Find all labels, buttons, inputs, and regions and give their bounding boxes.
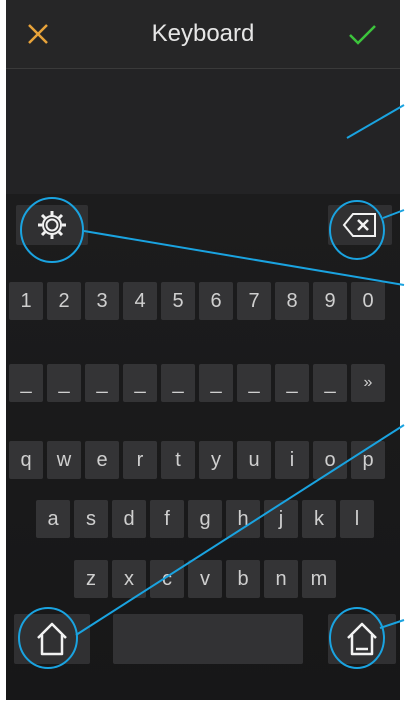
key-c[interactable]: c <box>150 560 184 598</box>
key-more-symbols[interactable]: » <box>351 364 385 402</box>
key-j[interactable]: j <box>264 500 298 538</box>
key-underscore[interactable]: _ <box>275 364 309 402</box>
key-z[interactable]: z <box>74 560 108 598</box>
key-5[interactable]: 5 <box>161 282 195 320</box>
key-h[interactable]: h <box>226 500 260 538</box>
key-d[interactable]: d <box>112 500 146 538</box>
key-3[interactable]: 3 <box>85 282 119 320</box>
home-right-key[interactable] <box>328 614 396 664</box>
key-s[interactable]: s <box>74 500 108 538</box>
home-underline-icon <box>347 622 377 656</box>
settings-key[interactable] <box>16 205 88 245</box>
home-icon <box>37 622 67 656</box>
page-title: Keyboard <box>151 20 255 47</box>
key-6[interactable]: 6 <box>199 282 233 320</box>
backspace-key[interactable] <box>328 205 392 245</box>
key-underscore[interactable]: _ <box>9 364 43 402</box>
home-left-key[interactable] <box>14 614 90 664</box>
key-2[interactable]: 2 <box>47 282 81 320</box>
key-l[interactable]: l <box>340 500 374 538</box>
key-m[interactable]: m <box>302 560 336 598</box>
key-underscore[interactable]: _ <box>47 364 81 402</box>
key-f[interactable]: f <box>150 500 184 538</box>
key-0[interactable]: 0 <box>351 282 385 320</box>
keyboard-screen: Keyboard 1 2 3 4 5 6 7 8 9 0 _ _ _ _ _ _… <box>6 0 400 700</box>
key-x[interactable]: x <box>112 560 146 598</box>
key-v[interactable]: v <box>188 560 222 598</box>
key-underscore[interactable]: _ <box>199 364 233 402</box>
key-e[interactable]: e <box>85 441 119 479</box>
on-screen-keyboard: 1 2 3 4 5 6 7 8 9 0 _ _ _ _ _ _ _ _ _ » … <box>6 194 400 700</box>
key-underscore[interactable]: _ <box>313 364 347 402</box>
key-y[interactable]: y <box>199 441 233 479</box>
key-9[interactable]: 9 <box>313 282 347 320</box>
key-p[interactable]: p <box>351 441 385 479</box>
backspace-icon <box>342 213 376 237</box>
key-underscore[interactable]: _ <box>123 364 157 402</box>
key-i[interactable]: i <box>275 441 309 479</box>
header-bar: Keyboard <box>6 0 400 69</box>
key-underscore[interactable]: _ <box>237 364 271 402</box>
key-b[interactable]: b <box>226 560 260 598</box>
key-o[interactable]: o <box>313 441 347 479</box>
check-icon[interactable] <box>344 16 380 52</box>
key-underscore[interactable]: _ <box>85 364 119 402</box>
key-w[interactable]: w <box>47 441 81 479</box>
key-underscore[interactable]: _ <box>161 364 195 402</box>
key-u[interactable]: u <box>237 441 271 479</box>
space-key[interactable] <box>113 614 303 664</box>
key-k[interactable]: k <box>302 500 336 538</box>
key-8[interactable]: 8 <box>275 282 309 320</box>
key-a[interactable]: a <box>36 500 70 538</box>
key-1[interactable]: 1 <box>9 282 43 320</box>
key-n[interactable]: n <box>264 560 298 598</box>
text-input-area[interactable] <box>6 69 400 194</box>
key-7[interactable]: 7 <box>237 282 271 320</box>
key-t[interactable]: t <box>161 441 195 479</box>
key-r[interactable]: r <box>123 441 157 479</box>
key-g[interactable]: g <box>188 500 222 538</box>
key-q[interactable]: q <box>9 441 43 479</box>
key-4[interactable]: 4 <box>123 282 157 320</box>
gear-icon <box>38 211 66 239</box>
